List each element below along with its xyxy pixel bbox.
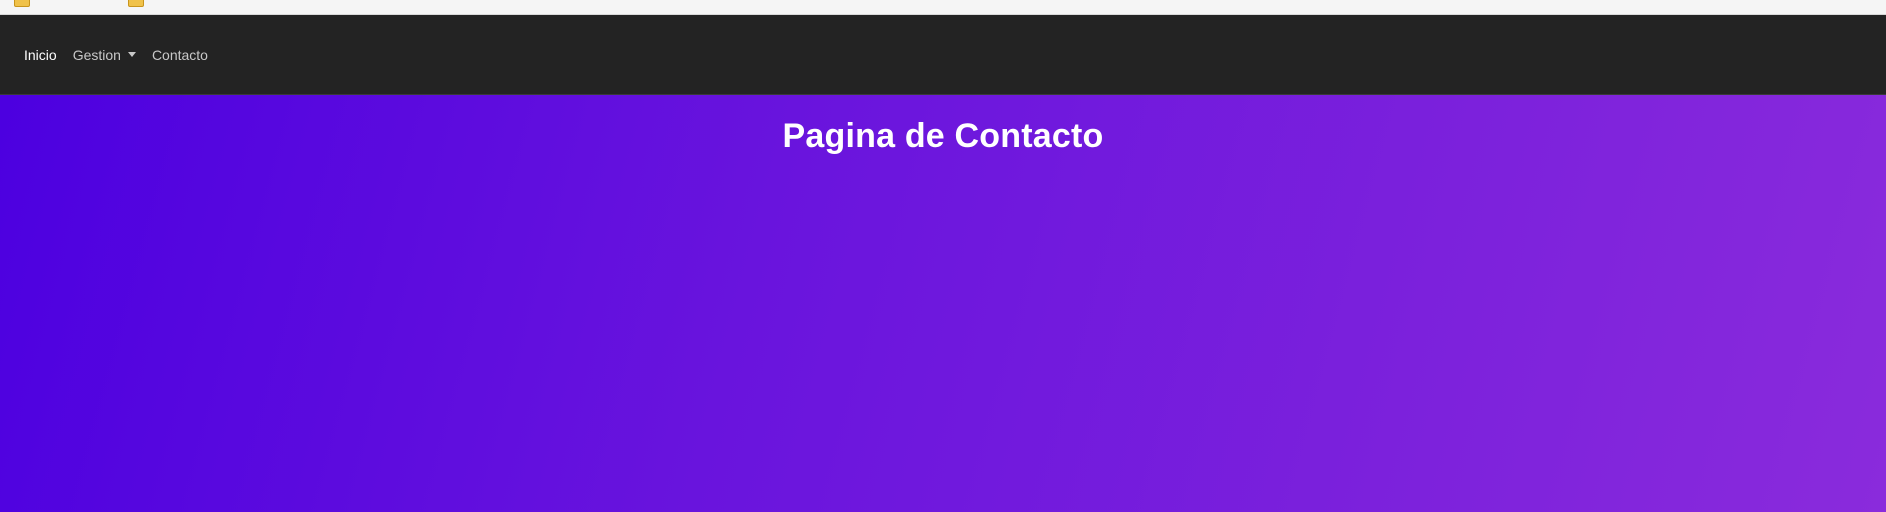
bookmark-item[interactable] xyxy=(128,0,150,8)
page-title: Pagina de Contacto xyxy=(782,117,1104,155)
folder-icon xyxy=(14,0,30,7)
folder-icon xyxy=(128,0,144,7)
navbar: Inicio Gestion Contacto xyxy=(0,15,1886,95)
nav-link-inicio[interactable]: Inicio xyxy=(24,47,57,63)
bookmarks-bar xyxy=(0,0,1886,15)
bookmark-item[interactable] xyxy=(14,0,36,8)
hero-section: Pagina de Contacto xyxy=(0,95,1886,512)
nav-link-label: Inicio xyxy=(24,46,57,63)
nav-dropdown-gestion[interactable]: Gestion xyxy=(73,47,136,63)
nav-link-contacto[interactable]: Contacto xyxy=(152,47,208,63)
nav-link-label: Gestion xyxy=(72,46,121,63)
nav-link-label: Contacto xyxy=(151,46,208,63)
caret-down-icon xyxy=(127,52,136,57)
